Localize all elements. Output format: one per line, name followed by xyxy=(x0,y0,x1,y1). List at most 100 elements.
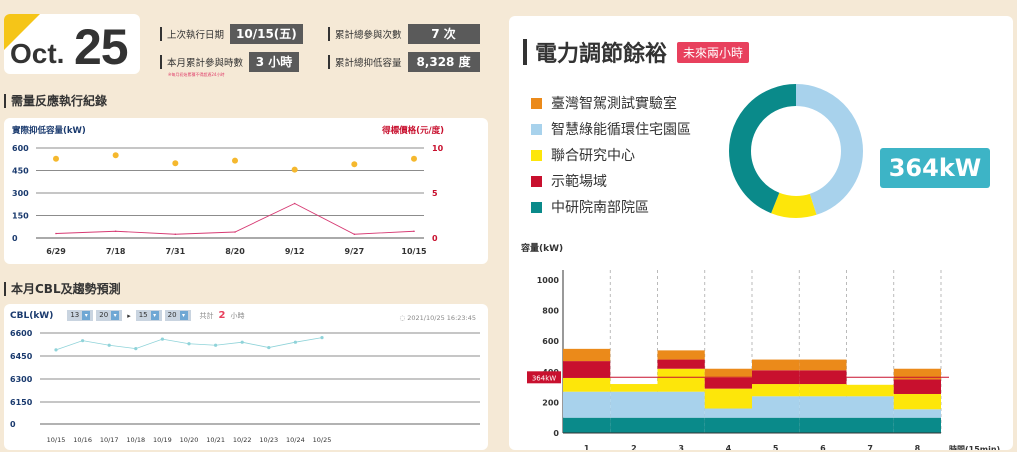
cbl-point xyxy=(160,337,164,341)
x-tick-label: 10/25 xyxy=(313,436,332,444)
y-tick-label: 6600 xyxy=(10,329,33,338)
bar-segment xyxy=(563,361,611,378)
price-point xyxy=(411,155,417,162)
bar-segment xyxy=(752,359,800,371)
reduction-point xyxy=(234,231,236,233)
bar-segment xyxy=(704,368,752,378)
x-tick-label: 10/19 xyxy=(153,436,172,444)
x-tick-label: 2 xyxy=(631,444,637,450)
bar-segment xyxy=(893,393,941,410)
y-tick-label: 1000 xyxy=(537,276,560,285)
y-tick-label: 450 xyxy=(12,167,29,176)
bar-segment xyxy=(563,348,611,362)
reduction-point xyxy=(413,230,415,233)
bar-segment xyxy=(610,384,658,392)
bar-segment xyxy=(893,417,941,433)
date-month: Oct. xyxy=(10,38,65,69)
power-panel: 電力調節餘裕 未來兩小時 臺灣智駕測試實驗室 智慧綠能循環住宅園區 聯合研究中心… xyxy=(509,16,1013,450)
donut-chart xyxy=(729,84,863,218)
stat-total-reduction: 累計總抑低容量 8,328 度 xyxy=(328,52,480,72)
bar-segment xyxy=(704,417,752,433)
legend-item: 臺灣智駕測試實驗室 xyxy=(531,90,691,116)
bar-segment xyxy=(610,391,658,418)
y-tick-label: 300 xyxy=(12,189,29,198)
bar-segment xyxy=(704,388,752,409)
forecast-tag: 未來兩小時 xyxy=(677,41,750,63)
y-tick-label: 0 xyxy=(553,429,559,438)
bar-segment xyxy=(893,379,941,394)
cbl-point xyxy=(107,343,111,347)
price-point xyxy=(232,157,238,164)
cbl-point xyxy=(267,345,271,350)
date-card: Oct. 25 xyxy=(4,14,140,74)
x-tick-label: 10/18 xyxy=(126,436,145,444)
reduction-point xyxy=(293,202,296,205)
x-tick-label: 10/15 xyxy=(401,247,427,256)
bar-segment xyxy=(563,417,611,433)
reduction-point xyxy=(174,233,177,236)
bar-segment xyxy=(799,396,847,418)
bar-segment xyxy=(704,377,752,389)
y-tick-label: 0 xyxy=(12,234,18,243)
y2-tick-label: 10 xyxy=(432,144,444,153)
bar-segment xyxy=(657,417,705,433)
stat-total-reduction-label: 累計總抑低容量 xyxy=(335,58,402,69)
price-point xyxy=(172,160,179,167)
bar-segment xyxy=(893,409,941,418)
legend-item: 聯合研究中心 xyxy=(531,142,691,168)
y-tick-label: 200 xyxy=(542,398,559,407)
x-tick-label: 10/15 xyxy=(47,436,66,444)
cbl-section-title: 本月CBL及趨勢預測 xyxy=(4,280,121,297)
stat-last-exec: 上次執行日期 10/15(五) xyxy=(160,24,303,44)
stat-total-reduction-value: 8,328 度 xyxy=(407,52,480,72)
bar-segment xyxy=(893,368,941,380)
cbl-point xyxy=(134,347,138,351)
cbl-point xyxy=(320,336,324,340)
x-tick-label: 9/27 xyxy=(345,247,365,256)
y-tick-label: 600 xyxy=(542,337,559,346)
x-tick-label: 8/20 xyxy=(225,247,245,256)
cbl-point xyxy=(54,348,58,352)
stat-total-participation-value: 7 次 xyxy=(407,24,480,44)
x-tick-label: 4 xyxy=(726,444,732,450)
capacity-bar-chart: 容量(kW)0200400600800100012345678364kW時間(1… xyxy=(520,242,1000,450)
stat-month-hours-label: 本月累計參與時數 xyxy=(167,58,244,69)
stat-total-participation: 累計總參與次數 7 次 xyxy=(328,24,480,44)
price-point xyxy=(112,152,119,159)
cbl-point xyxy=(293,340,297,344)
bar-segment xyxy=(657,350,705,360)
kw-value-badge: 364kW xyxy=(880,148,990,188)
y-tick-label: 800 xyxy=(542,307,559,316)
stat-month-hours: 本月累計參與時數 3 小時 xyxy=(160,52,300,72)
y2-tick-label: 5 xyxy=(432,189,438,198)
bar-segment xyxy=(846,417,894,433)
bar-segment xyxy=(563,377,611,392)
reduction-point xyxy=(114,230,117,233)
bar-segment xyxy=(610,417,658,433)
stat-month-hours-value: 3 小時 xyxy=(249,52,300,72)
stat-last-exec-value: 10/15(五) xyxy=(230,24,303,44)
reference-label: 364kW xyxy=(532,374,556,382)
bar-segment xyxy=(657,368,705,392)
power-title-text: 電力調節餘裕 xyxy=(535,42,668,67)
y-tick-label: 600 xyxy=(12,144,29,153)
x-tick-label: 10/16 xyxy=(73,436,92,444)
x-tick-label: 10/20 xyxy=(180,436,199,444)
price-point xyxy=(53,155,59,162)
bar-segment xyxy=(752,396,800,418)
x-tick-label: 6 xyxy=(820,444,826,450)
reduction-point xyxy=(55,232,57,235)
bar-segment xyxy=(846,396,894,418)
x-tick-label: 1 xyxy=(584,444,590,450)
demand-section-title: 需量反應執行紀錄 xyxy=(4,92,107,109)
legend-item: 中研院南部院區 xyxy=(531,194,691,220)
x-tick-label: 7/18 xyxy=(106,247,126,256)
y-tick-label: 0 xyxy=(10,420,16,429)
cbl-point xyxy=(240,340,244,344)
bar-segment xyxy=(563,391,611,418)
cbl-panel: CBL(kW) 13 ▾ 20 ▾ ▸ 15 ▾ 20 ▾ 共計 2 小時 ◌ 2021… xyxy=(4,304,488,450)
bar-segment xyxy=(657,359,705,369)
x-tick-label: 10/22 xyxy=(233,436,252,444)
bar-segment xyxy=(657,391,705,418)
y2-tick-label: 0 xyxy=(432,234,438,243)
